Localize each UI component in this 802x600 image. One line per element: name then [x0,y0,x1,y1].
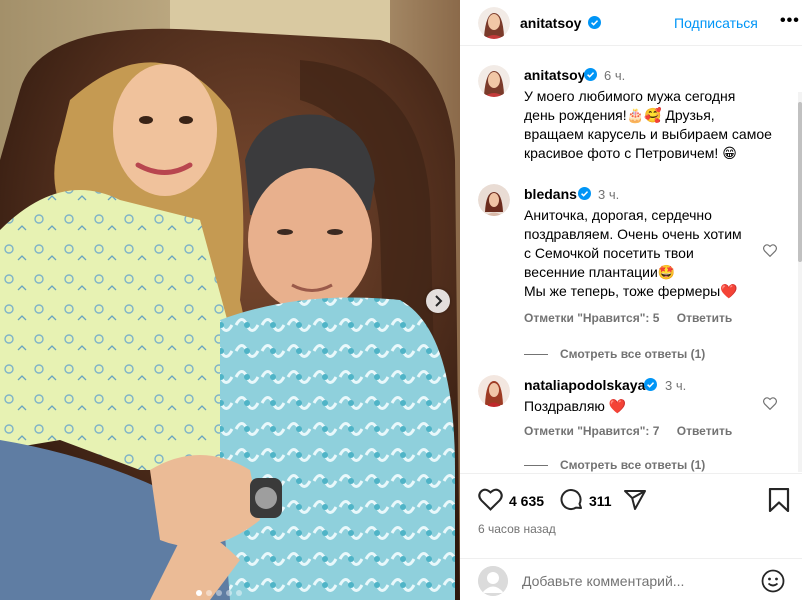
comment-like-button[interactable] [763,244,777,260]
instagram-post-view: anitatsoy Подписаться ••• anitatsoy 6 ч.… [0,0,802,600]
comment-username[interactable]: nataliapodolskaya [524,377,645,393]
caption-timestamp[interactable]: 6 ч. [604,68,625,83]
like-button[interactable] [478,488,503,514]
emoji-picker-button[interactable] [761,569,785,596]
heart-icon [763,397,777,413]
comment-line: Поздравляю ❤️ [524,398,627,414]
post-timestamp[interactable]: 6 часов назад [478,522,556,536]
author-avatar[interactable] [478,7,510,39]
comment-icon [560,489,584,515]
caption-line: красивое фото с Петровичем! 😁 [524,145,737,161]
view-replies-button[interactable]: Смотреть все ответы (1) [524,347,705,361]
reply-button[interactable]: Ответить [677,424,732,438]
comment-text: Поздравляю ❤️ [524,397,764,416]
author-avatar[interactable] [478,65,510,97]
comment-line: с Семочкой посетить твои [524,245,694,261]
carousel-dot [226,590,232,596]
verified-badge-icon [644,378,657,394]
carousel-dot [206,590,212,596]
post-photo[interactable] [0,0,460,600]
comment-timestamp[interactable]: 3 ч. [598,187,619,202]
comment-line: поздравляем. Очень очень хотим [524,226,742,242]
scrollbar-thumb[interactable] [798,102,802,262]
chevron-right-icon [433,295,443,307]
comment-line: весенние плантации🤩 [524,264,676,280]
save-button[interactable] [768,487,790,515]
more-options-icon[interactable]: ••• [780,12,800,30]
view-replies-label: Смотреть все ответы (1) [560,458,706,472]
comment-line: Аниточка, дорогая, сердечно [524,207,712,223]
view-replies-label: Смотреть все ответы (1) [560,347,706,361]
comment-like-button[interactable] [763,397,777,413]
view-replies-button[interactable]: Смотреть все ответы (1) [524,458,705,472]
carousel-indicator [196,590,242,596]
replies-divider [524,353,548,355]
bookmark-icon [768,487,790,515]
photo-illustration [0,0,460,600]
verified-badge-icon [588,16,601,32]
caption-line: У моего любимого мужа сегодня [524,88,736,104]
share-button[interactable] [623,488,647,515]
add-comment-bar [460,558,802,600]
caption-text: У моего любимого мужа сегодня день рожде… [524,87,784,163]
follow-button[interactable]: Подписаться [674,15,758,31]
verified-badge-icon [578,187,591,203]
author-username[interactable]: anitatsoy [520,15,581,31]
comment-likes-count[interactable]: Отметки "Нравится": 7 [524,424,659,438]
verified-badge-icon [584,68,597,84]
comment-meta: Отметки "Нравится": 5 Ответить [524,311,746,325]
current-user-avatar [478,566,508,596]
carousel-dot [236,590,242,596]
caption-username[interactable]: anitatsoy [524,67,585,83]
commenter-avatar[interactable] [478,375,510,407]
commenter-avatar[interactable] [478,184,510,216]
add-comment-input[interactable] [522,573,762,589]
post-actions: 4 635 311 6 часов назад [460,473,802,545]
likes-count[interactable]: 4 635 [509,493,544,509]
comments-list[interactable]: anitatsoy 6 ч. У моего любимого мужа сег… [460,47,802,473]
comments-scrollbar[interactable] [798,92,802,472]
caption-line: день рождения!🎂🥰 Друзья, [524,107,715,123]
share-icon [623,490,647,515]
post-sidebar: anitatsoy Подписаться ••• anitatsoy 6 ч.… [460,0,802,600]
carousel-next-button[interactable] [426,289,450,313]
heart-icon [763,244,777,260]
comment-text: Аниточка, дорогая, сердечно поздравляем.… [524,206,764,301]
comment-button[interactable] [560,488,584,515]
replies-divider [524,464,548,466]
comments-count[interactable]: 311 [589,493,612,509]
heart-icon [478,488,503,514]
reply-button[interactable]: Ответить [677,311,732,325]
caption-line: вращаем карусель и выбираем самое [524,126,772,142]
comment-line: Мы же теперь, тоже фермеры❤️ [524,283,738,299]
comment-likes-count[interactable]: Отметки "Нравится": 5 [524,311,659,325]
post-header: anitatsoy Подписаться ••• [460,0,802,46]
carousel-dot [196,590,202,596]
carousel-dot [216,590,222,596]
comment-timestamp[interactable]: 3 ч. [665,378,686,393]
emoji-icon [761,569,785,596]
comment-username[interactable]: bledans [524,186,577,202]
comment-meta: Отметки "Нравится": 7 Ответить [524,424,746,438]
